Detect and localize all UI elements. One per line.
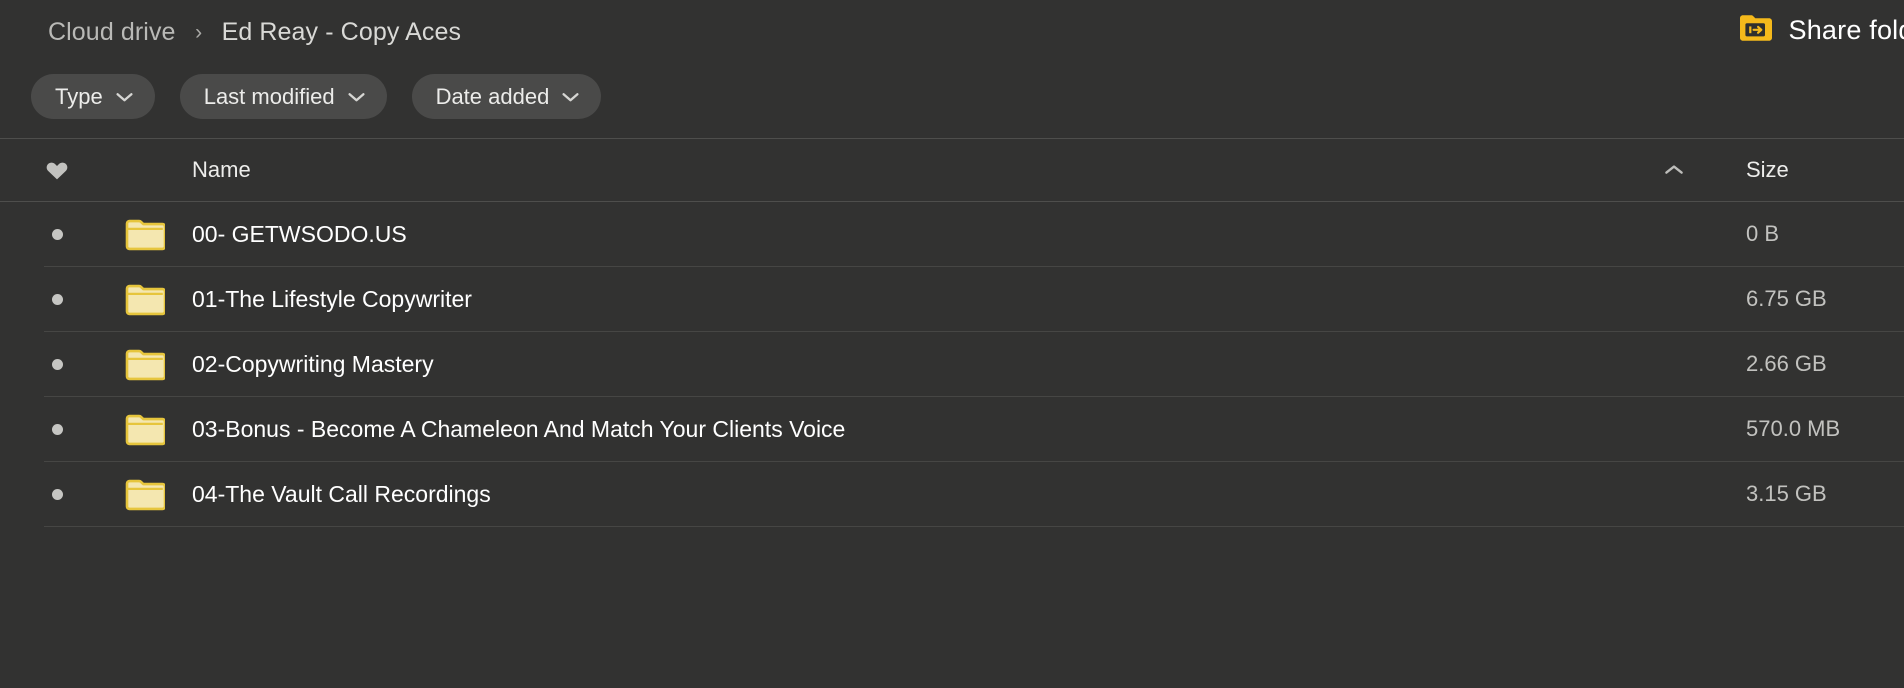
table-row[interactable]: 04-The Vault Call Recordings 3.15 GB [0, 462, 1904, 526]
row-size: 3.15 GB [1746, 481, 1827, 506]
filter-chip-last-modified[interactable]: Last modified [179, 74, 387, 119]
table-row[interactable]: 01-The Lifestyle Copywriter 6.75 GB [0, 267, 1904, 331]
row-name[interactable]: 01-The Lifestyle Copywriter [186, 286, 1634, 313]
filter-bar: Type Last modified Date added [0, 64, 1904, 119]
dot-icon [51, 423, 63, 435]
row-bullet[interactable] [0, 293, 104, 305]
row-size: 0 B [1746, 221, 1780, 246]
breadcrumb-separator-icon: › [195, 20, 203, 44]
heart-icon [45, 159, 69, 181]
row-bullet[interactable] [0, 358, 104, 370]
share-folder-button[interactable]: Share folder [1738, 13, 1904, 48]
table-row[interactable]: 00- GETWSODO.US 0 B [0, 202, 1904, 266]
filter-chip-date-added[interactable]: Date added [411, 74, 602, 119]
chevron-down-icon [348, 92, 365, 102]
row-size: 6.75 GB [1746, 286, 1827, 311]
sort-indicator[interactable] [1634, 164, 1714, 176]
column-header-favorite[interactable] [0, 159, 104, 181]
folder-icon [125, 283, 165, 316]
chevron-down-icon [562, 92, 579, 102]
dot-icon [51, 293, 63, 305]
column-header-name[interactable]: Name [186, 157, 1634, 183]
column-header-size[interactable]: Size [1714, 157, 1904, 183]
folder-icon [125, 413, 165, 446]
breadcrumb-item-current[interactable]: Ed Reay - Copy Aces [222, 18, 462, 47]
row-icon [104, 348, 186, 381]
filter-chip-last-modified-label: Last modified [203, 83, 335, 109]
row-icon [104, 283, 186, 316]
filter-chip-date-added-label: Date added [435, 83, 550, 109]
row-name[interactable]: 03-Bonus - Become A Chameleon And Match … [186, 416, 1634, 443]
chevron-up-icon [1664, 164, 1684, 176]
row-icon [104, 478, 186, 511]
row-divider [44, 526, 1904, 527]
row-icon [104, 218, 186, 251]
row-bullet[interactable] [0, 228, 104, 240]
row-name[interactable]: 04-The Vault Call Recordings [186, 481, 1634, 508]
dot-icon [51, 488, 63, 500]
share-folder-icon [1738, 13, 1772, 48]
top-bar: Cloud drive › Ed Reay - Copy Aces Share … [0, 0, 1904, 64]
row-size: 2.66 GB [1746, 351, 1827, 376]
filter-chip-type[interactable]: Type [31, 74, 155, 119]
row-icon [104, 413, 186, 446]
folder-icon [125, 218, 165, 251]
folder-icon [125, 348, 165, 381]
breadcrumb: Cloud drive › Ed Reay - Copy Aces [48, 18, 461, 47]
cloud-drive-file-browser: Cloud drive › Ed Reay - Copy Aces Share … [0, 0, 1904, 688]
file-table: Name Size 00- GETWSODO.US 0 B 01-The Lif… [0, 138, 1904, 527]
dot-icon [51, 228, 63, 240]
file-table-header-row: Name Size [0, 139, 1904, 201]
row-name[interactable]: 02-Copywriting Mastery [186, 351, 1634, 378]
row-bullet[interactable] [0, 423, 104, 435]
row-name[interactable]: 00- GETWSODO.US [186, 221, 1634, 248]
table-row[interactable]: 03-Bonus - Become A Chameleon And Match … [0, 397, 1904, 461]
breadcrumb-item-cloud-drive[interactable]: Cloud drive [48, 18, 176, 47]
row-size: 570.0 MB [1746, 416, 1841, 441]
table-row[interactable]: 02-Copywriting Mastery 2.66 GB [0, 332, 1904, 396]
dot-icon [51, 358, 63, 370]
folder-icon [125, 478, 165, 511]
chevron-down-icon [116, 92, 133, 102]
share-folder-label: Share folder [1788, 15, 1904, 45]
filter-chip-type-label: Type [55, 83, 103, 109]
row-bullet[interactable] [0, 488, 104, 500]
